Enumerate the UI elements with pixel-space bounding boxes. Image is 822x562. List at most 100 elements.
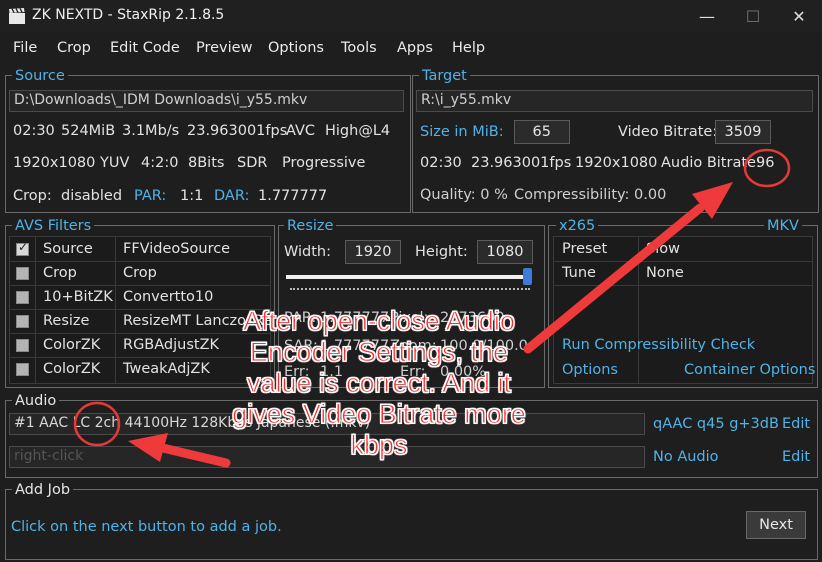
target-path-field[interactable]: R:\i_y55.mkv bbox=[416, 90, 813, 112]
dar-link[interactable]: DAR: bbox=[214, 188, 249, 204]
video-bitrate-input[interactable]: 3509 bbox=[715, 120, 771, 144]
pixel-value: 2073600 bbox=[440, 310, 505, 326]
maximize-button[interactable]: ☐ bbox=[730, 0, 776, 32]
filter-name: ColorZK bbox=[43, 337, 101, 353]
size-label[interactable]: Size in MiB: bbox=[420, 124, 504, 140]
target-title: Target bbox=[419, 68, 470, 84]
source-fps: 23.963001fps bbox=[187, 123, 288, 139]
container-options-link[interactable]: Container Options bbox=[684, 362, 815, 378]
filter-value: FFVideoSource bbox=[123, 241, 231, 257]
filter-value: Convertto10 bbox=[123, 289, 214, 305]
target-resolution: 1920x1080 bbox=[575, 155, 658, 171]
minimize-button[interactable]: — bbox=[684, 0, 730, 32]
menu-crop[interactable]: Crop bbox=[57, 40, 91, 56]
encoder-title[interactable]: x265 bbox=[556, 218, 599, 234]
menu-apps[interactable]: Apps bbox=[397, 40, 433, 56]
audio-track-1-field[interactable]: #1 AAC LC 2ch 44100Hz 128Kbps Japanese (… bbox=[9, 413, 645, 435]
video-bitrate-label: Video Bitrate: bbox=[618, 124, 718, 140]
row-divider bbox=[554, 285, 812, 286]
resize-title: Resize bbox=[284, 218, 337, 234]
preset-key: Preset bbox=[562, 241, 608, 257]
menu-preview[interactable]: Preview bbox=[196, 40, 252, 56]
sar-label: SAR: bbox=[284, 338, 318, 354]
filter-checkbox[interactable] bbox=[16, 267, 29, 280]
source-size: 524MiB bbox=[61, 123, 116, 139]
source-path-field[interactable]: D:\Downloads\_IDM Downloads\i_y55.mkv bbox=[9, 90, 404, 112]
filter-checkbox[interactable] bbox=[16, 315, 29, 328]
audio-track-2-profile[interactable]: No Audio bbox=[653, 449, 719, 465]
sar-value: 1.777777 bbox=[320, 338, 390, 354]
tune-key: Tune bbox=[562, 265, 596, 281]
filter-checkbox[interactable] bbox=[16, 291, 29, 304]
width-input[interactable]: 1920 bbox=[345, 240, 401, 264]
menu-tools[interactable]: Tools bbox=[341, 40, 377, 56]
audio-title: Audio bbox=[12, 393, 60, 409]
slider-ticks bbox=[290, 288, 530, 290]
next-button[interactable]: Next bbox=[746, 511, 806, 539]
audio-track-1-edit[interactable]: Edit bbox=[782, 416, 810, 432]
source-resolution: 1920x1080 bbox=[13, 155, 96, 171]
compressibility-check-link[interactable]: Run Compressibility Check bbox=[562, 337, 755, 353]
filter-checkbox[interactable] bbox=[16, 339, 29, 352]
filter-name: Resize bbox=[43, 313, 90, 329]
list-item[interactable]: ColorZK RGBAdjustZK bbox=[10, 333, 270, 357]
filter-checkbox[interactable]: ✓ bbox=[16, 240, 29, 256]
source-codec: AVC bbox=[286, 123, 316, 139]
source-title: Source bbox=[12, 68, 68, 84]
resize-slider-fill bbox=[286, 275, 532, 279]
menu-edit-code[interactable]: Edit Code bbox=[110, 40, 180, 56]
pixel-label: Pixel: bbox=[390, 310, 429, 326]
target-duration: 02:30 bbox=[420, 155, 462, 171]
menu-help[interactable]: Help bbox=[452, 40, 485, 56]
size-input[interactable]: 65 bbox=[514, 120, 570, 144]
par-link[interactable]: PAR: bbox=[134, 188, 166, 204]
list-item[interactable]: ColorZK TweakAdjZK bbox=[10, 357, 270, 381]
list-item[interactable]: Crop Crop bbox=[10, 261, 270, 285]
zoom-label: Zoom: bbox=[390, 338, 437, 354]
err2-value: 0.00% bbox=[440, 364, 487, 380]
menu-file[interactable]: File bbox=[13, 40, 37, 56]
crop-label: Crop: bbox=[13, 188, 52, 204]
source-bitrate: 3.1Mb/s bbox=[122, 123, 180, 139]
preset-value[interactable]: Slow bbox=[646, 241, 680, 257]
filter-value: Crop bbox=[123, 265, 157, 281]
zoom-value: 100.0/100.0 bbox=[440, 338, 528, 354]
err-label: Err: bbox=[284, 364, 310, 380]
compressibility-label: Compressibility: 0.00 bbox=[514, 187, 667, 203]
quality-label: Quality: 0 % bbox=[420, 187, 508, 203]
container-title[interactable]: MKV bbox=[764, 218, 802, 234]
height-label: Height: bbox=[415, 244, 468, 260]
audio-bitrate-label: Audio Bitrate: bbox=[661, 155, 761, 171]
filter-value: RGBAdjustZK bbox=[123, 337, 220, 353]
close-button[interactable]: ✕ bbox=[776, 0, 822, 32]
par-value: 1:1 bbox=[180, 188, 204, 204]
menu-options[interactable]: Options bbox=[268, 40, 324, 56]
add-job-title: Add Job bbox=[12, 482, 74, 498]
source-scan: Progressive bbox=[282, 155, 366, 171]
filter-checkbox[interactable] bbox=[16, 363, 29, 376]
clapperboard-icon bbox=[9, 8, 25, 24]
source-dynamic-range: SDR bbox=[237, 155, 268, 171]
filter-name: 10+BitZK bbox=[43, 289, 113, 305]
list-item[interactable]: Resize ResizeMT LanczosResize bbox=[10, 309, 270, 333]
filter-name: Crop bbox=[43, 265, 77, 281]
list-item[interactable]: ✓ Source FFVideoSource bbox=[10, 237, 270, 261]
filter-value: TweakAdjZK bbox=[123, 361, 210, 377]
encoder-options-link[interactable]: Options bbox=[562, 362, 618, 378]
audio-track-2-field[interactable]: right-click bbox=[9, 446, 645, 468]
row-divider bbox=[554, 261, 812, 262]
source-duration: 02:30 bbox=[13, 123, 55, 139]
filter-name: Source bbox=[43, 241, 93, 257]
resize-par-label: PAR: bbox=[284, 310, 317, 326]
audio-track-2-edit[interactable]: Edit bbox=[782, 449, 810, 465]
width-label: Width: bbox=[284, 244, 332, 260]
tune-value[interactable]: None bbox=[646, 265, 684, 281]
add-job-hint: Click on the next button to add a job. bbox=[11, 519, 282, 535]
height-input[interactable]: 1080 bbox=[477, 240, 533, 264]
resize-slider-thumb[interactable] bbox=[523, 268, 532, 285]
window-title: ZK NEXTD - StaxRip 2.1.8.5 bbox=[32, 7, 225, 23]
audio-track-1-profile[interactable]: qAAC q45 g+3dB bbox=[653, 416, 779, 432]
resize-slider-track[interactable] bbox=[286, 275, 532, 279]
list-item[interactable]: 10+BitZK Convertto10 bbox=[10, 285, 270, 309]
encoder-list-divider bbox=[638, 237, 639, 383]
